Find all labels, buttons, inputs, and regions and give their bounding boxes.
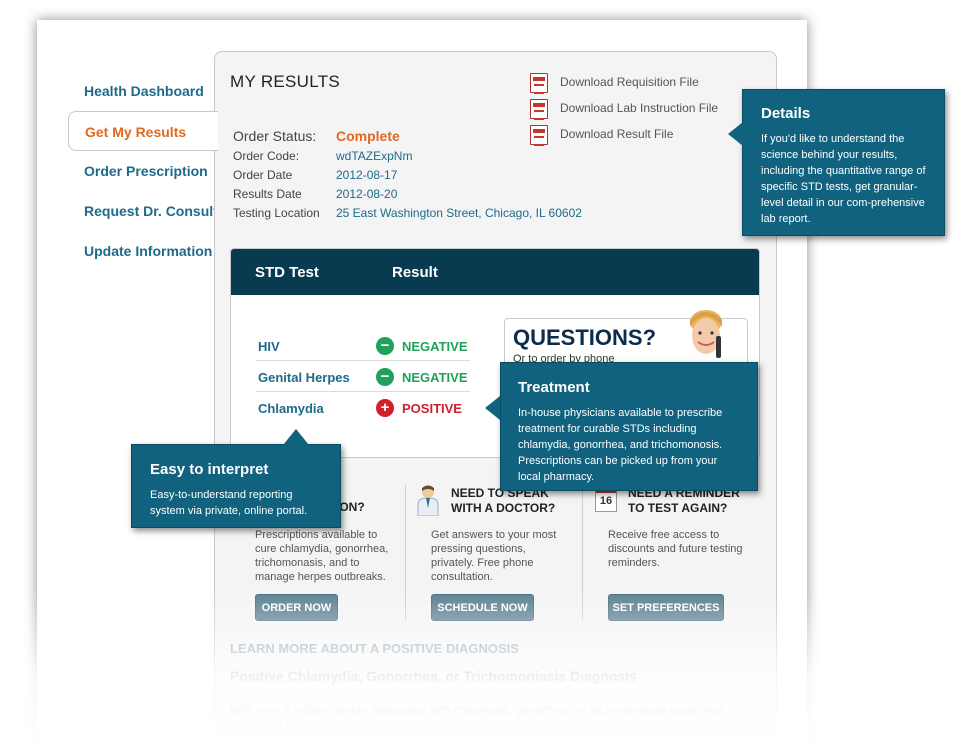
questions-title: QUESTIONS? xyxy=(513,325,657,350)
column-3-body: Receive free access to discounts and fut… xyxy=(608,529,743,569)
callout-arrow xyxy=(283,429,309,445)
sidebar-item-update-information[interactable]: Update Information xyxy=(68,231,218,271)
testing-location-label: Testing Location xyxy=(233,206,320,220)
set-preferences-button[interactable]: SET PREFERENCES xyxy=(608,594,724,621)
column-divider xyxy=(405,484,406,620)
callout-body: Easy-to-understand reporting system via … xyxy=(150,489,308,517)
negative-minus-icon: − xyxy=(376,337,394,355)
test-name: HIV xyxy=(258,339,280,354)
test-result: NEGATIVE xyxy=(402,370,468,385)
sidebar-item-get-my-results[interactable]: Get My Results xyxy=(68,111,218,151)
callout-treatment: Treatment In-house physicians available … xyxy=(500,362,758,491)
sidebar-item-order-prescription[interactable]: Order Prescription xyxy=(68,151,218,191)
column-header-result: Result xyxy=(392,264,438,281)
callout-arrow xyxy=(485,396,500,420)
order-date-value: 2012-08-17 xyxy=(336,168,398,182)
order-now-button[interactable]: ORDER NOW xyxy=(255,594,338,621)
page-title: MY RESULTS xyxy=(230,72,341,91)
support-agent-photo xyxy=(690,310,722,358)
order-code-label: Order Code: xyxy=(233,149,300,163)
schedule-now-button[interactable]: SCHEDULE NOW xyxy=(431,594,534,621)
table-row: HIV − NEGATIVE xyxy=(256,331,470,361)
learn-more-subheader[interactable]: Positive Chlamydia, Gonorrhea, or Tricho… xyxy=(230,668,637,684)
download-label: Download Result File xyxy=(560,127,674,141)
sidebar-item-request-dr-consult[interactable]: Request Dr. Consult xyxy=(68,191,218,231)
column-1-body: Prescriptions available to cure chlamydi… xyxy=(255,529,389,583)
table-row: Chlamydia + POSITIVE xyxy=(256,393,470,423)
learn-more-header: LEARN MORE ABOUT A POSITIVE DIAGNOSIS xyxy=(230,641,519,656)
order-status-value: Complete xyxy=(336,128,400,144)
callout-title: Details xyxy=(761,105,811,122)
column-2-body: Get answers to your most pressing questi… xyxy=(431,529,557,583)
pdf-icon xyxy=(530,73,548,94)
testing-location-value[interactable]: 25 East Washington Street, Chicago, IL 6… xyxy=(336,206,582,220)
negative-minus-icon: − xyxy=(376,368,394,386)
callout-title: Treatment xyxy=(518,379,590,396)
pdf-icon xyxy=(530,125,548,146)
download-label: Download Requisition File xyxy=(560,75,699,89)
table-row: Genital Herpes − NEGATIVE xyxy=(256,362,470,392)
sidebar-item-health-dashboard[interactable]: Health Dashboard xyxy=(68,71,218,111)
column-header-std-test: STD Test xyxy=(255,264,319,281)
order-status-label: Order Status: xyxy=(233,128,317,144)
callout-body: If you'd like to understand the science … xyxy=(761,133,926,225)
test-result: POSITIVE xyxy=(402,401,462,416)
callout-body: In-house physicians available to prescri… xyxy=(518,407,723,483)
results-date-label: Results Date xyxy=(233,187,302,201)
callout-easy-to-interpret: Easy to interpret Easy-to-understand rep… xyxy=(131,444,341,528)
order-code-value: wdTAZExpNm xyxy=(336,149,413,163)
calendar-day: 16 xyxy=(599,495,613,507)
test-name: Genital Herpes xyxy=(258,370,350,385)
callout-details: Details If you'd like to understand the … xyxy=(742,89,945,236)
doctor-icon xyxy=(417,485,439,516)
test-result: NEGATIVE xyxy=(402,339,468,354)
order-date-label: Order Date xyxy=(233,168,293,182)
column-divider xyxy=(582,484,583,620)
pdf-icon xyxy=(530,99,548,120)
learn-more-body: With over 2 million people diagnosed wit… xyxy=(230,703,726,733)
callout-title: Easy to interpret xyxy=(150,461,269,478)
results-table-header: STD Test Result xyxy=(231,249,759,295)
positive-plus-icon: + xyxy=(376,399,394,417)
results-date-value: 2012-08-20 xyxy=(336,187,398,201)
download-label: Download Lab Instruction File xyxy=(560,101,719,115)
callout-arrow xyxy=(728,122,743,146)
test-name: Chlamydia xyxy=(258,401,324,416)
